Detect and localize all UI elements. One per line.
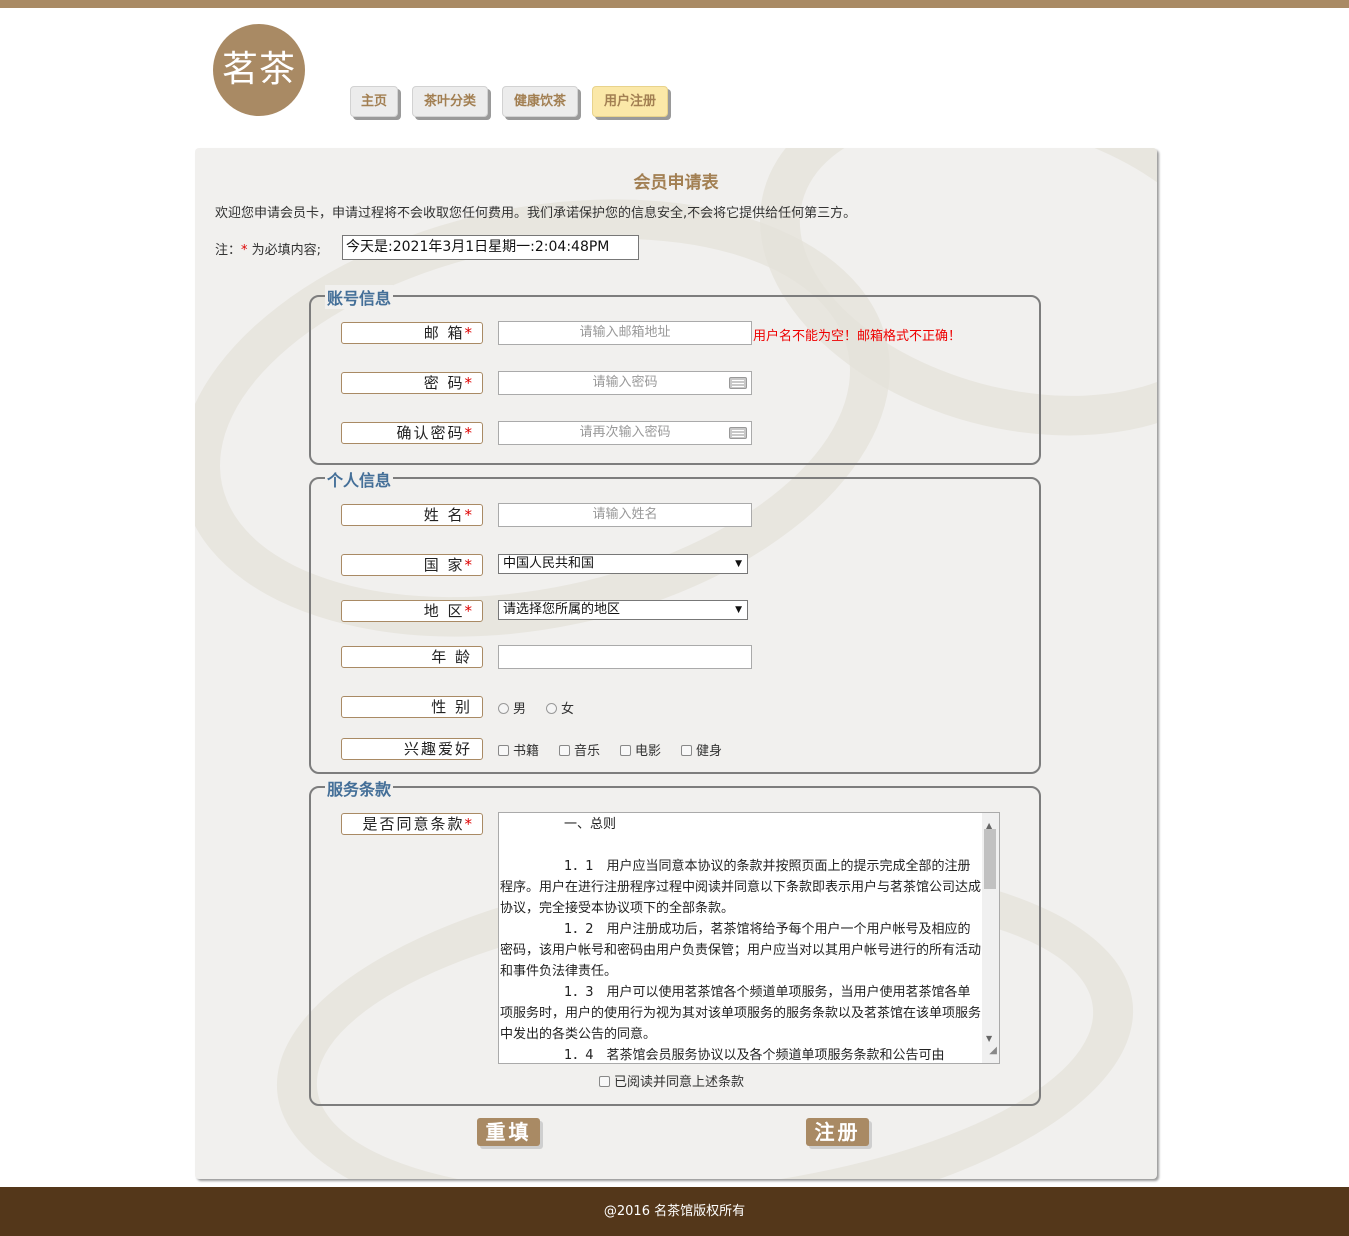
dropdown-arrow-icon: ▼: [735, 605, 742, 615]
top-accent-bar: [0, 0, 1349, 8]
region-select[interactable]: 请选择您所属的地区 ▼: [498, 600, 748, 620]
form-title: 会员申请表: [633, 173, 719, 193]
reset-button[interactable]: 重填: [477, 1118, 540, 1146]
resize-handle-icon[interactable]: ◢: [989, 1040, 997, 1061]
checkbox[interactable]: [559, 745, 570, 756]
hobby-music-option[interactable]: 音乐: [559, 740, 600, 759]
country-select[interactable]: 中国人民共和国 ▼: [498, 554, 748, 574]
password-input[interactable]: 请输入密码: [498, 371, 752, 395]
logo: 茗茶: [213, 24, 305, 116]
dropdown-arrow-icon: ▼: [735, 559, 742, 569]
agree-terms-label: 是否同意条款*: [341, 813, 483, 835]
gender-female-option[interactable]: 女: [546, 698, 574, 717]
age-label: 年 龄: [341, 646, 483, 668]
keyboard-icon[interactable]: [729, 427, 747, 439]
nav-tea-categories[interactable]: 茶叶分类: [412, 86, 488, 117]
registration-panel: 会员申请表 欢迎您申请会员卡，申请过程将不会收取您任何费用。我们承诺保护您的信息…: [195, 148, 1157, 1179]
radio-button[interactable]: [498, 703, 509, 714]
terms-clause: 1．4 茗茶馆会员服务协议以及各个频道单项服务条款和公告可由: [564, 1048, 945, 1063]
terms-heading: 一、总则: [564, 817, 617, 832]
checkbox[interactable]: [620, 745, 631, 756]
terms-legend: 服务条款: [325, 776, 394, 800]
terms-clause: 1．1 用户应当同意本协议的条款并按照页面上的提示完成全部的注册程序。用户在进行…: [500, 859, 982, 916]
nav-register[interactable]: 用户注册: [592, 86, 668, 117]
checkbox[interactable]: [498, 745, 509, 756]
account-legend: 账号信息: [325, 285, 394, 309]
gender-label: 性 别: [341, 696, 483, 718]
read-agree-option[interactable]: 已阅读并同意上述条款: [599, 1071, 744, 1090]
date-display-field[interactable]: 今天是:2021年3月1日星期一:2:04:48PM: [342, 235, 639, 260]
hobby-label: 兴趣爱好: [341, 738, 483, 760]
footer-copyright: @2016 名茶馆版权所有: [603, 1204, 746, 1219]
nav-home[interactable]: 主页: [350, 86, 398, 117]
hobby-fitness-option[interactable]: 健身: [681, 740, 722, 759]
email-input[interactable]: 请输入邮箱地址: [498, 321, 752, 345]
age-input[interactable]: [498, 645, 752, 669]
email-label: 邮 箱*: [341, 322, 483, 344]
password-label: 密 码*: [341, 372, 483, 394]
account-fieldset: 账号信息 邮 箱* 请输入邮箱地址 用户名不能为空！邮箱格式不正确！ 密 码* …: [309, 285, 1041, 465]
terms-clause: 1．3 用户可以使用茗茶馆各个频道单项服务，当用户使用茗茶馆各单项服务时，用户的…: [500, 985, 982, 1042]
terms-fieldset: 服务条款 是否同意条款* 一、总则 1．1 用户应当同意本协议的条款并按照页面上…: [309, 776, 1041, 1106]
terms-textarea[interactable]: 一、总则 1．1 用户应当同意本协议的条款并按照页面上的提示完成全部的注册程序。…: [498, 812, 1000, 1064]
region-label: 地 区*: [341, 600, 483, 622]
terms-scrollbar[interactable]: ▲ ▼: [982, 813, 999, 1063]
checkbox[interactable]: [599, 1076, 610, 1087]
register-button[interactable]: 注册: [806, 1118, 869, 1146]
radio-button[interactable]: [546, 703, 557, 714]
gender-male-option[interactable]: 男: [498, 698, 526, 717]
required-note: 注：* 为必填内容;: [215, 243, 322, 258]
hobby-movies-option[interactable]: 电影: [620, 740, 661, 759]
email-error-message: 用户名不能为空！邮箱格式不正确！: [753, 329, 962, 344]
terms-clause: 1．2 用户注册成功后，茗茶馆将给予每个用户一个用户帐号及相应的密码，该用户帐号…: [500, 922, 982, 979]
hobby-books-option[interactable]: 书籍: [498, 740, 539, 759]
nav-healthy-tea[interactable]: 健康饮茶: [502, 86, 578, 117]
welcome-text: 欢迎您申请会员卡，申请过程将不会收取您任何费用。我们承诺保护您的信息安全,不会将…: [215, 206, 857, 221]
keyboard-icon[interactable]: [729, 377, 747, 389]
name-label: 姓 名*: [341, 504, 483, 526]
checkbox[interactable]: [681, 745, 692, 756]
footer: @2016 名茶馆版权所有: [0, 1187, 1349, 1236]
confirm-password-label: 确认密码*: [341, 422, 483, 444]
personal-legend: 个人信息: [325, 467, 394, 491]
scroll-thumb[interactable]: [984, 829, 996, 889]
personal-fieldset: 个人信息 姓 名* 请输入姓名 国 家* 中国人民共和国 ▼ 地 区* 请选择您所…: [309, 467, 1041, 774]
country-label: 国 家*: [341, 554, 483, 576]
name-input[interactable]: 请输入姓名: [498, 503, 752, 527]
confirm-password-input[interactable]: 请再次输入密码: [498, 421, 752, 445]
